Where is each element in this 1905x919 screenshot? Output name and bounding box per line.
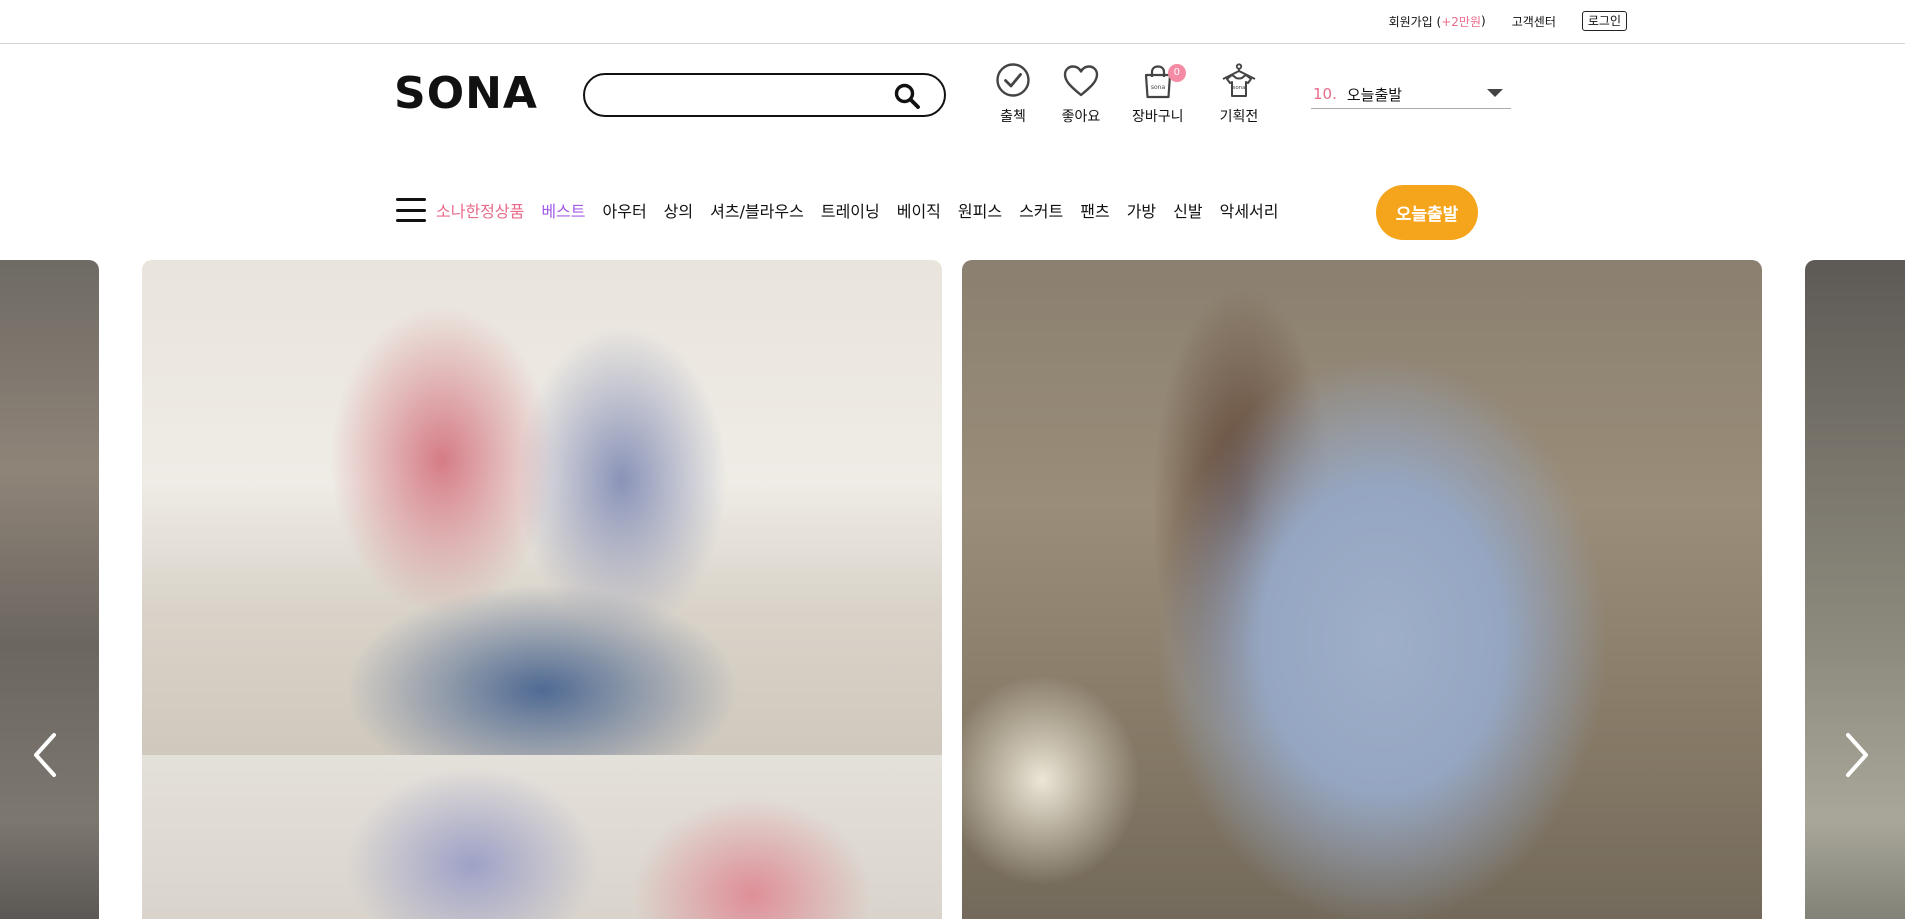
category-dress[interactable]: 원피스 — [958, 198, 1002, 222]
today-shipping-select[interactable]: 10. 오늘출발 — [1311, 80, 1511, 109]
category-bag[interactable]: 가방 — [1127, 198, 1156, 222]
customer-center-link[interactable]: 고객센터 — [1512, 13, 1556, 30]
slide-next-peek[interactable] — [1805, 260, 1905, 919]
login-button[interactable]: 로그인 — [1581, 11, 1627, 31]
quick-link-likes[interactable]: 좋아요 — [1061, 62, 1101, 126]
category-shoes[interactable]: 신발 — [1173, 198, 1202, 222]
signup-label: 회원가입 ( — [1388, 14, 1442, 29]
select-number: 10. — [1313, 85, 1337, 103]
signup-link[interactable]: 회원가입 (+2만원) — [1389, 13, 1486, 30]
chevron-left-icon[interactable] — [30, 730, 60, 780]
cart-bag-text: sona — [1151, 84, 1166, 91]
category-top[interactable]: 상의 — [664, 198, 693, 222]
shirt-icon: sona — [1222, 63, 1256, 97]
hamburger-menu-icon[interactable] — [396, 198, 426, 222]
category-pants[interactable]: 팬츠 — [1080, 198, 1109, 222]
search-bar — [583, 73, 946, 117]
category-basic[interactable]: 베이직 — [897, 198, 941, 222]
category-skirt[interactable]: 스커트 — [1019, 198, 1063, 222]
slide-photo-knit[interactable] — [962, 260, 1762, 919]
slide-photo-pair[interactable] — [142, 260, 942, 919]
category-nav: 소나한정상품 베스트 아우터 상의 셔츠/블라우스 트레이닝 베이직 원피스 스… — [396, 198, 1296, 222]
heart-icon — [1063, 65, 1099, 97]
category-accessories[interactable]: 악세서리 — [1220, 198, 1279, 222]
photo-bottom — [142, 755, 942, 919]
signup-bonus: +2만원 — [1441, 14, 1482, 29]
category-training[interactable]: 트레이닝 — [821, 198, 880, 222]
caret-down-icon — [1487, 89, 1503, 97]
utility-links: 회원가입 (+2만원) 고객센터 로그인 — [1389, 11, 1627, 31]
cart-icon-wrap: sona 0 — [1138, 62, 1186, 102]
quick-link-events[interactable]: sona 기획전 — [1219, 62, 1259, 126]
quick-link-label: 좋아요 — [1061, 109, 1101, 125]
quick-link-checkin[interactable]: 출첵 — [993, 62, 1033, 126]
category-outer[interactable]: 아우터 — [603, 198, 647, 222]
shirt-text: sona — [1232, 85, 1245, 91]
top-utility-bar: 회원가입 (+2만원) 고객센터 로그인 — [0, 0, 1905, 44]
quick-link-label: 출첵 — [1000, 109, 1026, 125]
quick-link-label: 장바구니 — [1132, 109, 1184, 125]
category-shirts-blouses[interactable]: 셔츠/블라우스 — [710, 198, 804, 222]
category-best[interactable]: 베스트 — [541, 198, 585, 222]
category-limited[interactable]: 소나한정상품 — [436, 198, 524, 222]
slide-prev-peek[interactable] — [0, 260, 99, 919]
signup-close: ) — [1481, 14, 1486, 28]
select-value: 오늘출발 — [1346, 85, 1403, 104]
search-icon[interactable] — [894, 83, 920, 109]
quick-link-cart[interactable]: sona 0 장바구니 — [1132, 62, 1186, 126]
chevron-right-icon[interactable] — [1842, 730, 1872, 780]
photo-top — [142, 260, 942, 755]
quick-link-label: 기획전 — [1219, 109, 1259, 125]
today-shipping-button[interactable]: 오늘출발 — [1376, 185, 1478, 240]
banner-slider — [0, 260, 1905, 919]
cart-count-badge: 0 — [1167, 64, 1186, 82]
check-circle-icon — [996, 63, 1030, 97]
search-input[interactable] — [603, 75, 893, 115]
site-logo[interactable]: SONA — [394, 68, 538, 119]
